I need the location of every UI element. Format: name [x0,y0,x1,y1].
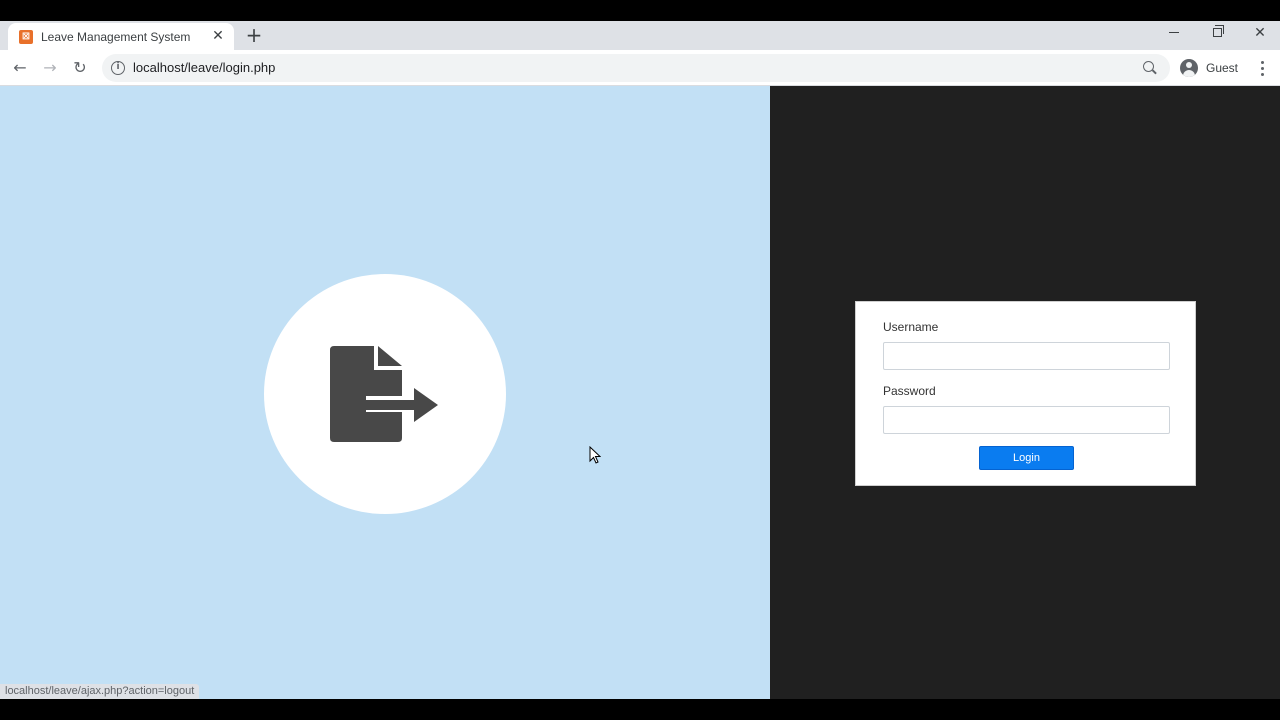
window-restore-button[interactable] [1197,21,1237,45]
browser-toolbar: ← → ↻ i localhost/leave/login.php Guest [0,50,1280,86]
screen: ⊠ Leave Management System ✕ + ✕ ← → ↻ i … [0,0,1280,720]
restore-icon [1212,25,1224,37]
tab-title: Leave Management System [41,29,191,44]
close-icon: ✕ [1254,25,1266,41]
brand-panel [0,86,770,699]
tab-strip: ⊠ Leave Management System ✕ + [0,21,1280,50]
forward-arrow-icon[interactable]: → [38,56,62,80]
address-bar[interactable]: i localhost/leave/login.php [102,54,1170,82]
page-content: Username Password Login [0,86,1280,699]
kebab-menu-icon[interactable] [1254,56,1270,80]
avatar-icon [1180,59,1198,77]
password-label: Password [883,384,936,398]
login-panel: Username Password Login [770,86,1280,699]
username-label: Username [883,320,939,334]
new-tab-button[interactable]: + [244,23,264,47]
browser-tab[interactable]: ⊠ Leave Management System ✕ [8,23,234,50]
address-url[interactable]: localhost/leave/login.php [133,60,275,75]
mouse-cursor-icon [589,446,601,464]
file-export-icon [330,346,438,442]
tab-close-icon[interactable]: ✕ [210,28,226,44]
username-input[interactable] [883,342,1170,370]
zoom-icon[interactable] [1142,60,1158,76]
login-button[interactable]: Login [979,446,1074,470]
window-close-button[interactable]: ✕ [1240,21,1280,45]
login-card: Username Password Login [855,301,1196,486]
info-icon[interactable]: i [111,61,125,75]
status-bar-link: localhost/leave/ajax.php?action=logout [0,684,200,699]
back-arrow-icon[interactable]: ← [8,56,32,80]
password-input[interactable] [883,406,1170,434]
reload-icon[interactable]: ↻ [68,56,92,80]
profile-label: Guest [1206,61,1239,75]
window-minimize-button[interactable] [1154,21,1194,45]
profile-button[interactable]: Guest [1176,55,1244,81]
minimize-icon [1169,32,1179,33]
logo-circle [264,274,506,514]
xampp-favicon-icon: ⊠ [19,29,33,44]
